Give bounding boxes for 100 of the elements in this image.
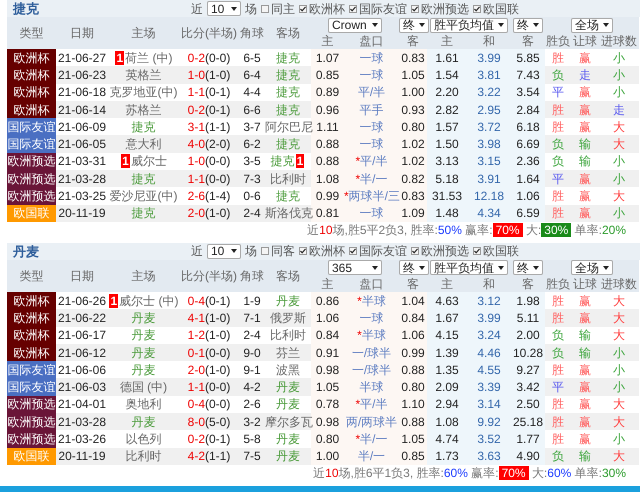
dropdown[interactable]: 10 xyxy=(207,244,241,259)
result-cell: 胜 xyxy=(545,292,571,310)
team-name[interactable]: 丹麦 xyxy=(276,397,300,412)
odds-cell: 6.18 xyxy=(511,118,545,136)
team-name[interactable]: 摩尔多瓦 xyxy=(265,414,313,429)
corners-cell: 6-5 xyxy=(239,49,265,66)
checkbox[interactable] xyxy=(261,247,269,256)
checkbox[interactable] xyxy=(349,4,357,12)
column-header: 角球 xyxy=(239,17,265,49)
checkbox[interactable] xyxy=(473,247,481,256)
handicap-result-cell: 赢 xyxy=(571,118,599,136)
odds-cell: 1.10 xyxy=(399,396,427,414)
team-name[interactable]: 阿尔巴尼 xyxy=(265,120,313,134)
team-name[interactable]: 捷克 xyxy=(270,154,295,168)
match-type-cell: 欧洲杯 xyxy=(7,344,56,362)
team-name[interactable]: 捷克 xyxy=(276,189,300,204)
result-cell: 负 xyxy=(545,448,571,465)
team-name[interactable]: 捷克 xyxy=(132,120,156,134)
odds-cell: 1.08 xyxy=(427,413,467,430)
team-name[interactable]: 捷克 xyxy=(276,85,300,100)
filter-label: 场 xyxy=(245,0,257,18)
odds-cell: 10.28 xyxy=(511,344,545,362)
odds-cell: 3.15 xyxy=(467,152,511,170)
corners-cell: 4-4 xyxy=(239,84,265,101)
dropdown[interactable]: 终 xyxy=(513,260,543,276)
odds-cell: 0.88 xyxy=(311,152,344,170)
filter-label: 近 xyxy=(191,243,203,260)
team-name[interactable]: 丹麦 xyxy=(132,328,156,342)
odds-cell: 3.14 xyxy=(467,396,511,414)
dropdown[interactable]: 全场 xyxy=(571,260,613,276)
odds-cell: 5.18 xyxy=(427,170,467,188)
caret-icon xyxy=(533,266,539,270)
checkbox[interactable] xyxy=(473,4,481,12)
dropdown[interactable]: 终 xyxy=(513,18,543,32)
odds-cell: 1.04 xyxy=(399,292,427,310)
odds-cell: 0.86 xyxy=(311,292,344,310)
checkbox[interactable] xyxy=(411,4,419,12)
team-name[interactable]: 以色列 xyxy=(126,432,162,446)
summary-text: 近10场,胜5平2负3, 胜率:50% 赢率: 70% 大: 30% 单率:20% xyxy=(307,222,626,237)
team-name[interactable]: 荷兰 (中) xyxy=(125,50,172,65)
team-name[interactable]: 波黑 xyxy=(276,362,300,377)
match-type-cell: 欧洲预选 xyxy=(7,396,56,414)
odds-cell: 1.54 xyxy=(427,66,467,84)
score-cell: 4-1(1-0) xyxy=(179,309,239,327)
corners-cell: 3-5 xyxy=(239,152,265,170)
corners-cell: 7-5 xyxy=(239,448,265,465)
odds-cell: 3.63 xyxy=(467,448,511,465)
match-type-cell: 欧国联 xyxy=(7,204,56,222)
team-name[interactable]: 克罗地亚(中) xyxy=(110,85,178,100)
dropdown[interactable]: 终 xyxy=(399,260,429,276)
card-count-badge: 1 xyxy=(296,154,304,168)
corners-cell: 7-3 xyxy=(239,170,265,188)
dropdown[interactable]: 全场 xyxy=(571,18,613,32)
date-cell: 21-06-09 xyxy=(56,118,108,136)
corners-cell: 9-1 xyxy=(239,361,265,378)
odds-cell: 0.96 xyxy=(311,100,344,118)
date-cell: 21-06-27 xyxy=(56,49,108,66)
handicap-result-cell: 赢 xyxy=(571,378,599,396)
checkbox[interactable] xyxy=(261,4,269,12)
dropdown[interactable]: 10 xyxy=(207,1,241,16)
odds-cell: 7.43 xyxy=(511,66,545,84)
score-cell: 8-0(5-0) xyxy=(179,413,239,430)
checkbox[interactable] xyxy=(411,247,419,256)
team-name[interactable]: 爱沙尼亚(中) xyxy=(110,189,178,204)
corners-cell: 1-9 xyxy=(239,292,265,310)
handicap-result-cell: 赢 xyxy=(571,413,599,430)
dropdown[interactable]: 胜平负均值 xyxy=(430,260,508,276)
handicap-line-cell: 两/两球半 xyxy=(344,413,399,430)
odds-cell: 0.80 xyxy=(399,118,427,136)
team-name[interactable]: 威尔士 xyxy=(130,154,167,168)
goals-result-cell: 大 xyxy=(599,292,639,310)
team-name[interactable]: 丹麦 xyxy=(132,362,156,377)
team-name[interactable]: 捷克 xyxy=(276,50,300,65)
goals-result-cell: 大 xyxy=(599,326,639,344)
caret-icon xyxy=(372,266,378,270)
column-header: 让球 xyxy=(571,276,599,292)
checkbox-label: 同主 xyxy=(271,0,295,18)
team-name[interactable]: 丹麦 xyxy=(276,294,300,308)
match-type-cell: 欧国联 xyxy=(7,448,56,465)
checkbox[interactable] xyxy=(299,247,307,256)
odds-cell: 0.99 xyxy=(399,344,427,362)
odds-cell: 0.81 xyxy=(311,204,344,222)
team-name[interactable]: 奥地利 xyxy=(126,397,162,412)
result-cell: 负 xyxy=(545,344,571,362)
odds-cell: 1.98 xyxy=(511,292,545,310)
dropdown[interactable]: 365 xyxy=(328,260,382,276)
team-name[interactable]: 威尔士 (中) xyxy=(119,294,178,308)
odds-cell: 1.11 xyxy=(311,118,344,136)
dropdown[interactable]: 终 xyxy=(399,18,429,32)
checkbox[interactable] xyxy=(349,247,357,256)
corners-cell: 6-2 xyxy=(239,135,265,153)
team-name[interactable]: 斯洛伐克 xyxy=(265,206,313,220)
dropdown[interactable]: Crown xyxy=(328,18,382,32)
handicap-line-cell: 一球 xyxy=(344,49,399,66)
checkbox-label: 欧国联 xyxy=(483,0,519,18)
checkbox[interactable] xyxy=(299,4,307,12)
team-name[interactable]: 丹麦 xyxy=(276,432,300,446)
dropdown[interactable]: 胜平负均值 xyxy=(430,18,508,32)
odds-cell: 2.20 xyxy=(427,84,467,101)
goals-result-cell: 小 xyxy=(599,344,639,362)
